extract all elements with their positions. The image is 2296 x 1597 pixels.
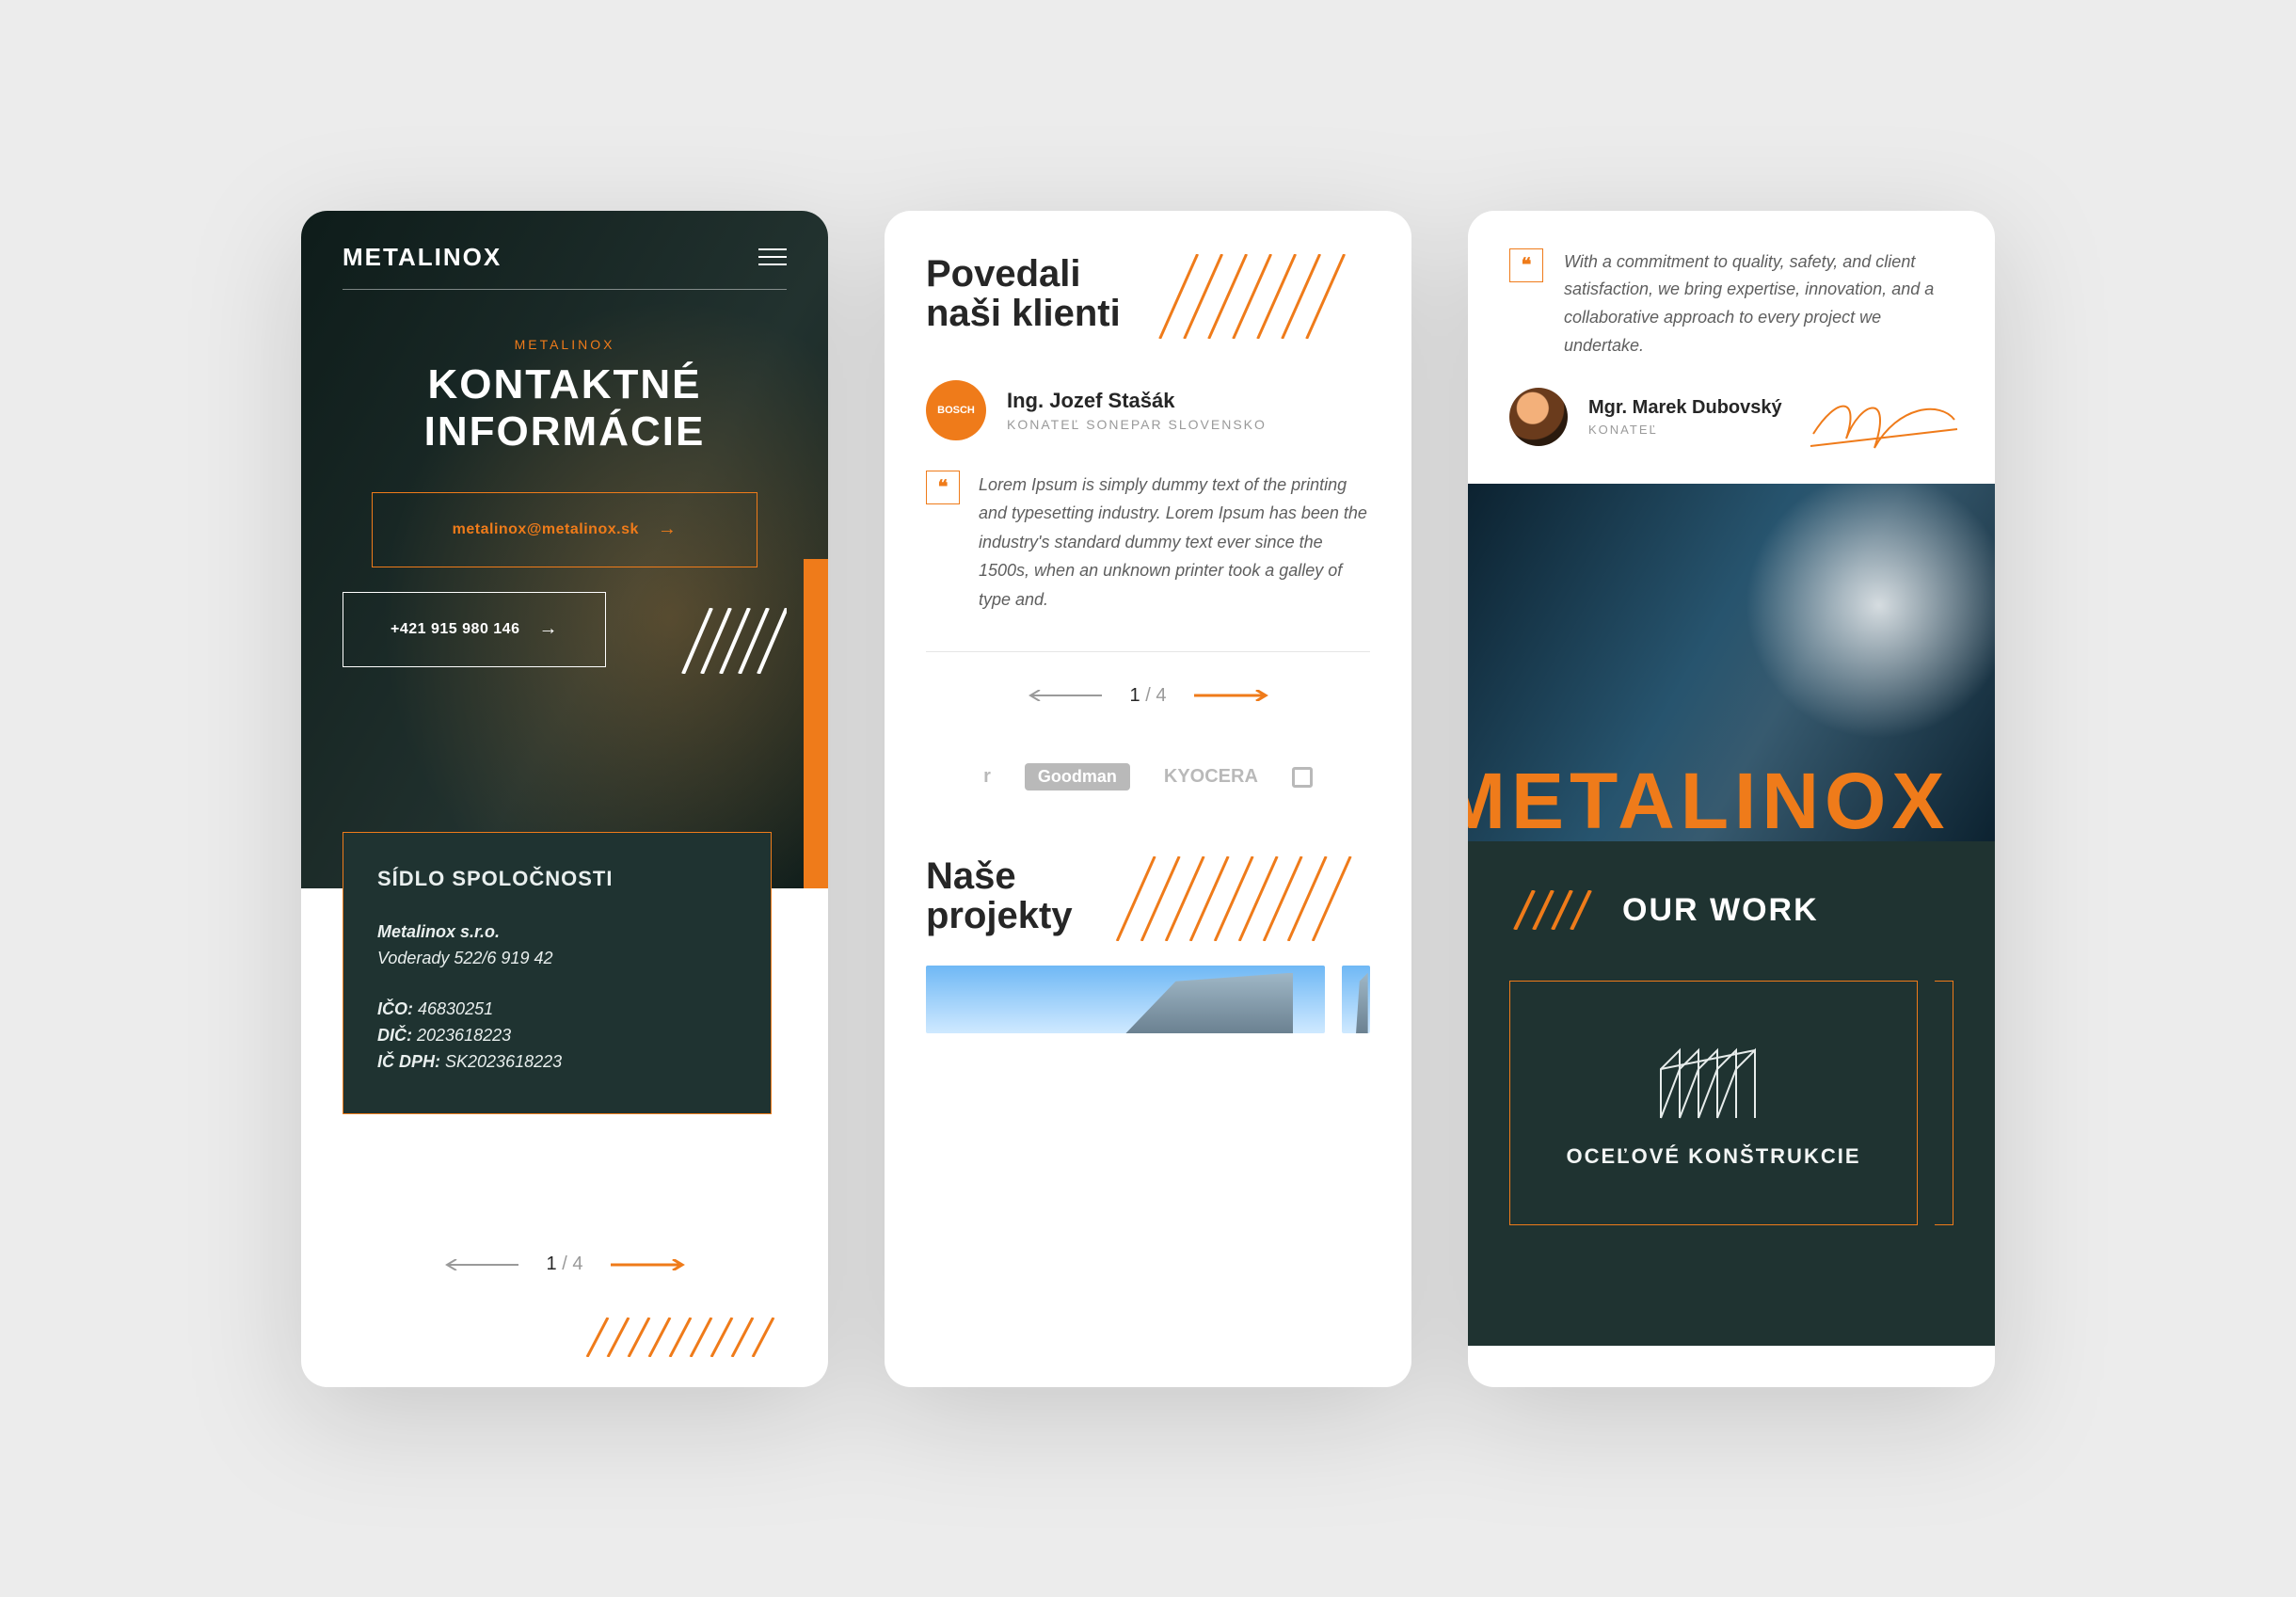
company-address: Voderady 522/6 919 42 bbox=[377, 949, 553, 967]
section-title: Povedali naši klienti bbox=[926, 254, 1121, 333]
our-work-title: OUR WORK bbox=[1622, 892, 1819, 929]
service-card-title: OCEĽOVÉ KONŠTRUKCIE bbox=[1566, 1144, 1860, 1169]
projects-section-header: Naše projekty bbox=[926, 856, 1370, 941]
top-bar: METALINOX bbox=[343, 243, 787, 290]
service-card-peek[interactable] bbox=[1935, 981, 1953, 1225]
signature-icon bbox=[1809, 391, 1959, 457]
stripes-decoration-icon bbox=[580, 1318, 787, 1357]
phone-testimonials: Povedali naši klienti BOSCH Ing. Jozef S… bbox=[885, 211, 1411, 1387]
quote-icon: ❝ bbox=[1509, 248, 1543, 282]
arrow-right-icon: → bbox=[658, 519, 678, 540]
phone-label: +421 915 980 146 bbox=[391, 621, 519, 638]
pager-prev-button[interactable] bbox=[443, 1254, 518, 1276]
stripes-decoration-icon bbox=[674, 608, 787, 674]
our-work-header: OUR WORK bbox=[1509, 890, 1953, 930]
author-avatar bbox=[1509, 388, 1568, 446]
hamburger-menu-icon[interactable] bbox=[758, 248, 787, 265]
icdph-label: IČ DPH: bbox=[377, 1052, 440, 1071]
welding-hero-image: METALINOX bbox=[1468, 484, 1995, 841]
title-line-2: INFORMÁCIE bbox=[424, 408, 706, 455]
title-line-1: Povedali bbox=[926, 253, 1081, 295]
mockup-stage: METALINOX METALINOX KONTAKTNÉ INFORMÁCIE… bbox=[301, 211, 1995, 1387]
title-line-1: KONTAKTNÉ bbox=[428, 361, 702, 407]
pager: 1 / 4 bbox=[301, 1254, 828, 1276]
pager-count: 1 / 4 bbox=[1130, 685, 1167, 707]
email-cta-button[interactable]: metalinox@metalinox.sk → bbox=[372, 492, 757, 567]
email-label: metalinox@metalinox.sk bbox=[453, 521, 639, 538]
quote-icon: ❝ bbox=[926, 471, 960, 504]
phone-contact: METALINOX METALINOX KONTAKTNÉ INFORMÁCIE… bbox=[301, 211, 828, 1387]
pager-next-button[interactable] bbox=[611, 1254, 686, 1276]
phone-about: ❝ With a commitment to quality, safety, … bbox=[1468, 211, 1995, 1387]
orange-accent-bar bbox=[804, 559, 828, 888]
dic-value: 2023618223 bbox=[417, 1026, 511, 1045]
card-heading: SÍDLO SPOLOČNOSTI bbox=[377, 867, 737, 891]
dic-label: DIČ: bbox=[377, 1026, 412, 1045]
service-card[interactable]: OCEĽOVÉ KONŠTRUKCIE bbox=[1509, 981, 1918, 1225]
partner-logo-partial bbox=[1292, 767, 1313, 788]
structure-icon bbox=[1657, 1037, 1770, 1122]
author-row: Mgr. Marek Dubovský KONATEĽ bbox=[1509, 388, 1953, 446]
stripes-decoration-icon bbox=[1138, 254, 1370, 339]
projects-image-row[interactable] bbox=[926, 966, 1370, 1033]
pager-prev-button[interactable] bbox=[1027, 684, 1102, 707]
phone-cta-button[interactable]: +421 915 980 146 → bbox=[343, 592, 606, 667]
client-name: Ing. Jozef Stašák bbox=[1007, 389, 1267, 413]
stripes-decoration-icon bbox=[1509, 890, 1598, 930]
partner-logo: KYOCERA bbox=[1164, 766, 1258, 788]
client-row: BOSCH Ing. Jozef Stašák KONATEĽ SONEPAR … bbox=[926, 380, 1370, 440]
partner-logo: r bbox=[983, 766, 991, 788]
brand-overlay-text: METALINOX bbox=[1468, 756, 1950, 847]
project-thumbnail[interactable] bbox=[926, 966, 1325, 1033]
icdph-value: SK2023618223 bbox=[445, 1052, 562, 1071]
author-role: KONATEĽ bbox=[1588, 423, 1782, 437]
commitment-quote: ❝ With a commitment to quality, safety, … bbox=[1509, 248, 1953, 360]
about-top: ❝ With a commitment to quality, safety, … bbox=[1468, 211, 1995, 447]
stripes-decoration-icon bbox=[1090, 856, 1370, 941]
hero-section: METALINOX METALINOX KONTAKTNÉ INFORMÁCIE… bbox=[301, 211, 828, 888]
client-logo-text: BOSCH bbox=[937, 405, 975, 416]
eyebrow-text: METALINOX bbox=[343, 337, 787, 352]
pager: 1 / 4 bbox=[926, 684, 1370, 707]
title-line-2: naši klienti bbox=[926, 293, 1121, 334]
partner-logo: Goodman bbox=[1025, 763, 1130, 791]
title-line-1: Naše bbox=[926, 855, 1016, 897]
client-role: KONATEĽ SONEPAR SLOVENSKO bbox=[1007, 417, 1267, 432]
partner-logos-row: r Goodman KYOCERA bbox=[926, 763, 1370, 791]
our-work-section: OUR WORK OCEĽOVÉ KONŠTRUKCIE bbox=[1468, 841, 1995, 1346]
brand-logo: METALINOX bbox=[343, 243, 502, 272]
projects-title: Naše projekty bbox=[926, 856, 1073, 935]
testimonial-text: Lorem Ipsum is simply dummy text of the … bbox=[979, 471, 1370, 615]
testimonial-block: ❝ Lorem Ipsum is simply dummy text of th… bbox=[926, 471, 1370, 653]
section-header: Povedali naši klienti bbox=[926, 254, 1370, 339]
ico-label: IČO: bbox=[377, 999, 413, 1018]
pager-next-button[interactable] bbox=[1194, 684, 1269, 707]
pager-total: / 4 bbox=[1145, 685, 1166, 706]
pager-count: 1 / 4 bbox=[547, 1254, 583, 1275]
title-line-2: projekty bbox=[926, 895, 1073, 936]
page-title: KONTAKTNÉ INFORMÁCIE bbox=[343, 361, 787, 456]
quote-text: With a commitment to quality, safety, an… bbox=[1564, 248, 1953, 360]
address-card: SÍDLO SPOLOČNOSTI Metalinox s.r.o. Voder… bbox=[343, 832, 772, 1113]
company-name: Metalinox s.r.o. bbox=[377, 922, 500, 941]
project-thumbnail-peek[interactable] bbox=[1342, 966, 1370, 1033]
pager-current: 1 bbox=[547, 1254, 557, 1274]
arrow-right-icon: → bbox=[538, 618, 558, 640]
pager-total: / 4 bbox=[562, 1254, 582, 1274]
client-logo-avatar: BOSCH bbox=[926, 380, 986, 440]
author-name: Mgr. Marek Dubovský bbox=[1588, 397, 1782, 419]
pager-current: 1 bbox=[1130, 685, 1140, 706]
ico-value: 46830251 bbox=[418, 999, 493, 1018]
